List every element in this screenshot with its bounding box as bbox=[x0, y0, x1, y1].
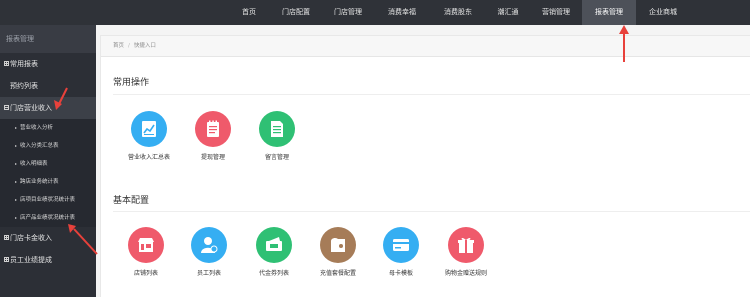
tile-label: 代金券列表 bbox=[258, 270, 289, 277]
section-divider bbox=[113, 211, 750, 212]
notebook-icon bbox=[195, 111, 231, 147]
collapse-minus-icon bbox=[4, 105, 9, 110]
sidebar-subitem-revenue-category-summary[interactable]: 收入分类汇总表 bbox=[0, 137, 96, 155]
chart-report-icon bbox=[131, 111, 167, 147]
breadcrumb-separator: / bbox=[128, 43, 130, 49]
sidebar-subitem-revenue-detail[interactable]: 收入明细表 bbox=[0, 155, 96, 173]
wallet-icon bbox=[320, 227, 356, 263]
sidebar-item-label: 门店卡金收入 bbox=[10, 234, 52, 242]
tile-label: 充值套餐配置 bbox=[319, 270, 356, 277]
tile-label: 营业收入汇总表 bbox=[127, 154, 170, 161]
tile-gift[interactable]: 购物金赠送规则 bbox=[436, 227, 496, 277]
sidebar-subitem-cross-store-stats[interactable]: 跨店业务统计表 bbox=[0, 173, 96, 191]
tile-label: 提现管理 bbox=[200, 154, 225, 161]
sidebar-subitem-store-product-performance[interactable]: 店产品业绩状况统计表 bbox=[0, 209, 96, 227]
tile-label: 母卡模板 bbox=[388, 270, 413, 277]
breadcrumb-current: 快捷入口 bbox=[133, 43, 156, 49]
expand-plus-icon bbox=[4, 61, 9, 66]
sidebar-subitem-revenue-analysis[interactable]: 营业收入分析 bbox=[0, 119, 96, 137]
tile-voucher[interactable]: 代金券列表 bbox=[244, 227, 304, 277]
top-nav-menu: 首页 门店配置 门店管理 消费幸福 消费股东 潮汇通 营销管理 报表管理 企业商城 bbox=[228, 0, 690, 25]
tile-label: 购物金赠送规则 bbox=[444, 270, 487, 277]
tile-label: 留言管理 bbox=[264, 154, 289, 161]
nav-item-3[interactable]: 消费幸福 bbox=[374, 0, 430, 25]
nav-item-2[interactable]: 门店管理 bbox=[322, 0, 374, 25]
section-title-basic-config: 基本配置 bbox=[113, 196, 150, 206]
nav-item-5[interactable]: 潮汇通 bbox=[486, 0, 530, 25]
sidebar: 报表管理 常用报表 预约列表 门店营业收入 营业收入分析 收入分类汇总表 收入明… bbox=[0, 25, 96, 297]
card-icon bbox=[383, 227, 419, 263]
section-divider bbox=[113, 94, 750, 95]
sidebar-item-label: 常用报表 bbox=[10, 60, 38, 68]
breadcrumb: 首页 / 快捷入口 bbox=[101, 36, 750, 57]
breadcrumb-home-link[interactable]: 首页 bbox=[113, 43, 124, 49]
content-panel: 首页 / 快捷入口 常用操作 营业收入汇总表 提现管理 留言管理 基本配置 店铺列表 员工… bbox=[100, 35, 750, 297]
section-title-common-operations: 常用操作 bbox=[113, 78, 150, 88]
sidebar-item-store-card-revenue[interactable]: 门店卡金收入 bbox=[0, 227, 96, 249]
sidebar-item-reservation-list[interactable]: 预约列表 bbox=[0, 75, 96, 97]
tile-storefront[interactable]: 店铺列表 bbox=[116, 227, 176, 277]
main-content: 首页 / 快捷入口 常用操作 营业收入汇总表 提现管理 留言管理 基本配置 店铺列表 员工… bbox=[96, 25, 750, 297]
gift-icon bbox=[448, 227, 484, 263]
staff-icon bbox=[191, 227, 227, 263]
sidebar-item-label: 门店营业收入 bbox=[10, 104, 52, 112]
tile-wallet[interactable]: 充值套餐配置 bbox=[308, 227, 368, 277]
document-icon bbox=[259, 111, 295, 147]
tile-label: 店铺列表 bbox=[133, 270, 158, 277]
expand-plus-icon bbox=[4, 235, 9, 240]
tile-label: 员工列表 bbox=[196, 270, 221, 277]
storefront-icon bbox=[128, 227, 164, 263]
sidebar-item-label: 预约列表 bbox=[10, 82, 38, 90]
tile-card[interactable]: 母卡模板 bbox=[371, 227, 431, 277]
tile-document[interactable]: 留言管理 bbox=[247, 111, 307, 161]
tile-staff[interactable]: 员工列表 bbox=[179, 227, 239, 277]
sidebar-subitem-store-project-performance[interactable]: 店项目业绩状况统计表 bbox=[0, 191, 96, 209]
tile-chart-report[interactable]: 营业收入汇总表 bbox=[119, 111, 179, 161]
sidebar-item-store-revenue[interactable]: 门店营业收入 bbox=[0, 97, 96, 119]
sidebar-item-common-reports[interactable]: 常用报表 bbox=[0, 53, 96, 75]
sidebar-header: 报表管理 bbox=[0, 25, 96, 53]
nav-item-8[interactable]: 企业商城 bbox=[636, 0, 690, 25]
nav-item-0[interactable]: 首页 bbox=[228, 0, 270, 25]
top-navigation-bar: 首页 门店配置 门店管理 消费幸福 消费股东 潮汇通 营销管理 报表管理 企业商城 bbox=[0, 0, 750, 25]
sidebar-submenu: 营业收入分析 收入分类汇总表 收入明细表 跨店业务统计表 店项目业绩状况统计表 … bbox=[0, 119, 96, 227]
nav-item-1[interactable]: 门店配置 bbox=[270, 0, 322, 25]
tile-notebook[interactable]: 提现管理 bbox=[183, 111, 243, 161]
nav-item-6[interactable]: 营销管理 bbox=[530, 0, 582, 25]
sidebar-item-staff-performance[interactable]: 员工业绩提成 bbox=[0, 249, 96, 271]
sidebar-item-label: 员工业绩提成 bbox=[10, 256, 52, 264]
nav-item-4[interactable]: 消费股东 bbox=[430, 0, 486, 25]
voucher-icon bbox=[256, 227, 292, 263]
expand-plus-icon bbox=[4, 257, 9, 262]
nav-item-7[interactable]: 报表管理 bbox=[582, 0, 636, 25]
